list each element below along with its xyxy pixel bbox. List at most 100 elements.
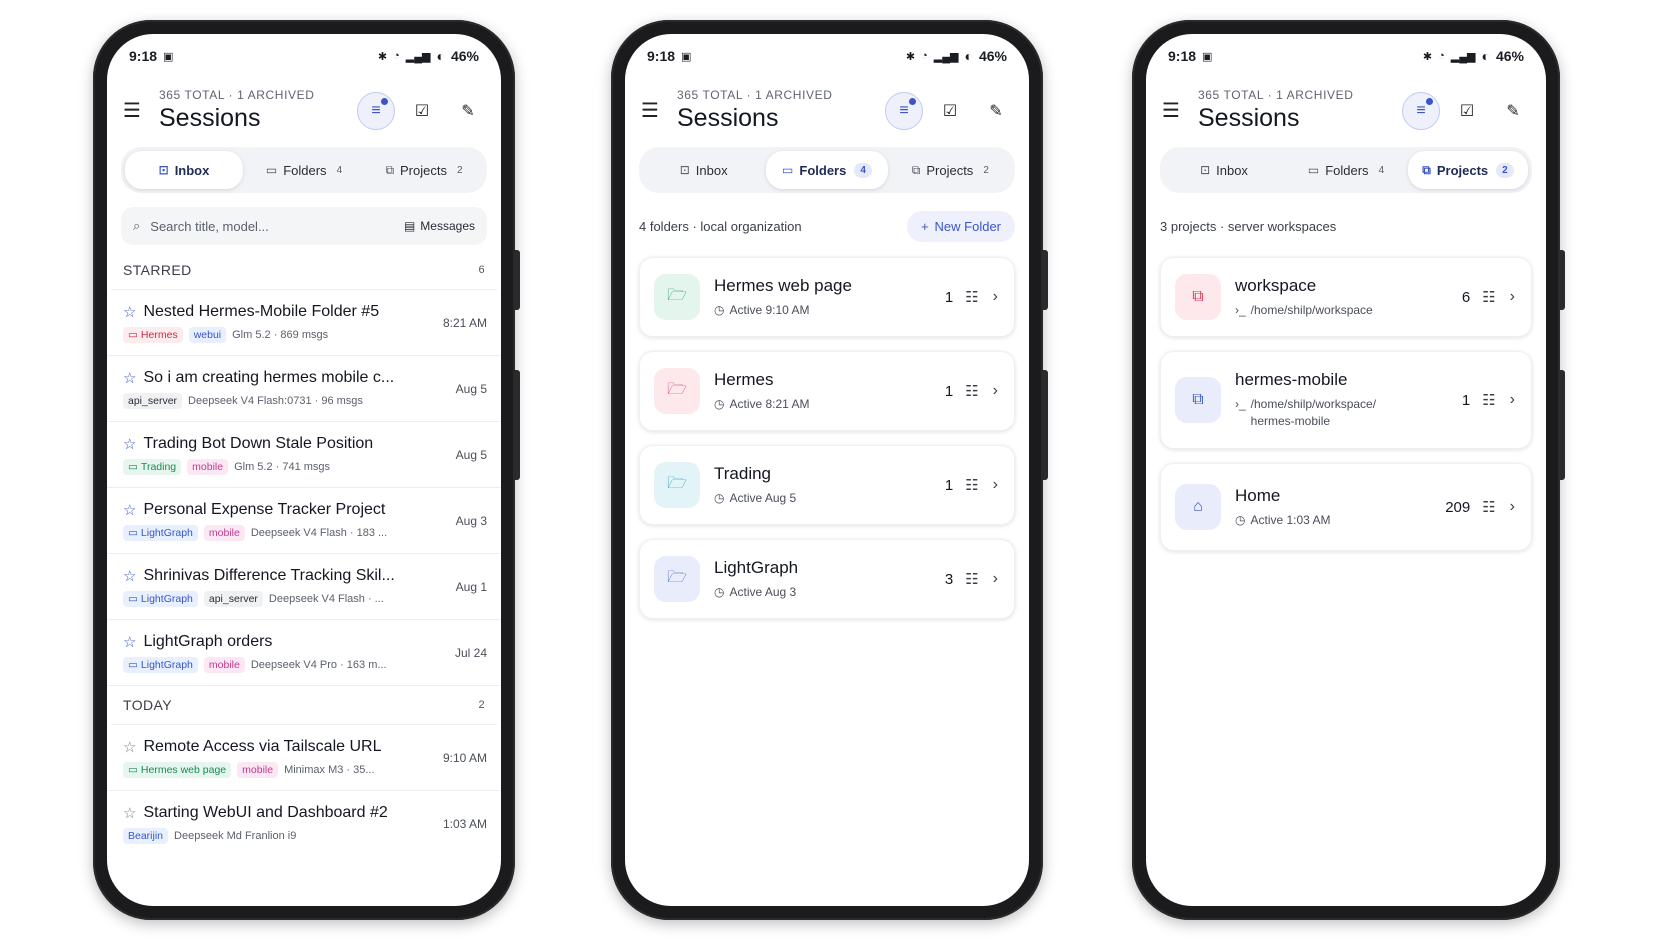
- folder-code-icon: ⧉: [1175, 274, 1221, 320]
- session-meta: Glm 5.2 · 869 msgs: [232, 328, 329, 341]
- battery-level: 46%: [1495, 48, 1524, 64]
- star-icon[interactable]: ☆: [123, 567, 136, 585]
- projects-info-row: 3 projects · server workspaces: [1146, 209, 1546, 243]
- tab-inbox[interactable]: ⊡ Inbox: [125, 151, 243, 189]
- star-icon[interactable]: ☆: [123, 633, 136, 651]
- messages-toggle[interactable]: ▤ Messages: [404, 219, 475, 233]
- menu-icon[interactable]: ☰: [1160, 98, 1182, 123]
- new-folder-button[interactable]: + New Folder: [906, 210, 1015, 242]
- session-row[interactable]: ☆ Remote Access via Tailscale URL ▭ Herme…: [107, 725, 501, 791]
- session-row[interactable]: ☆ Shrinivas Difference Tracking Skil... ▭…: [107, 554, 501, 620]
- session-row[interactable]: ☆ Personal Expense Tracker Project ▭ Ligh…: [107, 488, 501, 554]
- session-title: Personal Expense Tracker Project: [143, 500, 386, 518]
- status-bar: 9:18 ▣ ✱ ◔ ▂▄▆ ◐ 46%: [1146, 34, 1546, 78]
- status-time: 9:18: [647, 48, 676, 64]
- project-active: Active 1:03 AM: [1250, 512, 1331, 527]
- chevron-right-icon[interactable]: ›: [1510, 498, 1515, 516]
- project-card[interactable]: ⧉ hermes-mobile ›_ /home/shilp/workspace/…: [1160, 351, 1532, 449]
- session-row[interactable]: ☆ Nested Hermes-Mobile Folder #5 ▭ Hermes…: [107, 290, 501, 356]
- session-row[interactable]: ☆ So i am creating hermes mobile c... api…: [107, 356, 501, 422]
- plus-icon: +: [920, 218, 929, 234]
- star-icon[interactable]: ☆: [123, 435, 136, 453]
- project-path: /home/shilp/workspace: [1250, 302, 1373, 317]
- screen-projects: 9:18 ▣ ✱ ◔ ▂▄▆ ◐ 46% ☰ 365 TOTAL · 1 ARCHIVED…: [1146, 34, 1546, 906]
- tune-icon[interactable]: ☷: [1482, 498, 1495, 516]
- folder-open-icon: 🗁: [654, 368, 700, 414]
- tab-projects[interactable]: ⧉ Projects 2: [890, 151, 1011, 189]
- filter-icon: ≡: [899, 101, 909, 119]
- clock-icon: ◷: [714, 584, 725, 599]
- new-session-button[interactable]: ✎: [449, 92, 487, 130]
- folder-card[interactable]: 🗁 Trading ◷ Active Aug 5 1 ☷ ›: [639, 445, 1015, 525]
- tune-icon[interactable]: ☷: [1482, 391, 1495, 409]
- tab-folders-label: Folders: [799, 162, 847, 178]
- tab-folders[interactable]: ▭ Folders 4: [1286, 151, 1406, 189]
- session-row[interactable]: ☆ Starting WebUI and Dashboard #2 Beariji…: [107, 791, 501, 857]
- folder-code-icon: ⧉: [1175, 377, 1221, 423]
- select-button[interactable]: ☑: [931, 92, 969, 130]
- session-title: Trading Bot Down Stale Position: [143, 434, 374, 452]
- tab-inbox[interactable]: ⊡ Inbox: [1164, 151, 1284, 189]
- tune-icon[interactable]: ☷: [965, 382, 978, 400]
- new-session-button[interactable]: ✎: [977, 92, 1015, 130]
- battery-icon: ◐: [964, 48, 973, 64]
- tab-inbox[interactable]: ⊡ Inbox: [643, 151, 764, 189]
- new-session-button[interactable]: ✎: [1494, 92, 1532, 130]
- starred-label: STARRED: [123, 262, 192, 278]
- project-card[interactable]: ⧉ workspace ›_/home/shilp/workspace 6 ☷ …: [1160, 257, 1532, 337]
- clock-icon: ◷: [714, 490, 725, 505]
- star-icon[interactable]: ☆: [123, 369, 136, 387]
- tune-icon[interactable]: ☷: [1482, 288, 1495, 306]
- folder-open-icon: 🗁: [654, 556, 700, 602]
- select-button[interactable]: ☑: [403, 92, 441, 130]
- star-icon[interactable]: ☆: [123, 501, 136, 519]
- menu-icon[interactable]: ☰: [121, 98, 143, 123]
- folder-card[interactable]: 🗁 Hermes web page ◷ Active 9:10 AM 1 ☷ ›: [639, 257, 1015, 337]
- session-title: Remote Access via Tailscale URL: [143, 737, 382, 755]
- chevron-right-icon[interactable]: ›: [993, 382, 998, 400]
- filter-button[interactable]: ≡: [357, 91, 395, 130]
- tab-projects[interactable]: ⧉ Projects 2: [365, 151, 483, 189]
- chevron-right-icon[interactable]: ›: [1510, 391, 1515, 409]
- session-meta: Minimax M3 · 35...: [284, 763, 375, 776]
- filter-button[interactable]: ≡: [1402, 91, 1440, 130]
- folder-active: Active 9:10 AM: [729, 302, 810, 317]
- tab-inbox-label: Inbox: [1216, 162, 1248, 178]
- tab-folders[interactable]: ▭ Folders 4: [766, 151, 888, 189]
- home-icon: ⌂: [1175, 484, 1221, 530]
- project-card[interactable]: ⌂ Home ◷ Active 1:03 AM 209 ☷ ›: [1160, 463, 1532, 551]
- folder-count: 1: [944, 382, 954, 400]
- session-row[interactable]: ☆ LightGraph orders ▭ LightGraph mobile Dee…: [107, 620, 501, 686]
- signal-icon: ▂▄▆: [405, 50, 431, 63]
- project-path: /home/shilp/workspace/ hermes-mobile: [1250, 397, 1377, 428]
- folder-name: Hermes: [714, 369, 774, 389]
- folder-card[interactable]: 🗁 LightGraph ◷ Active Aug 3 3 ☷ ›: [639, 539, 1015, 619]
- menu-icon[interactable]: ☰: [639, 98, 661, 123]
- chevron-right-icon[interactable]: ›: [993, 570, 998, 588]
- source-tag: mobile: [237, 761, 279, 778]
- star-outline-icon[interactable]: ☆: [123, 804, 136, 822]
- tune-icon[interactable]: ☷: [965, 570, 978, 588]
- tab-projects[interactable]: ⧉ Projects 2: [1408, 151, 1528, 189]
- star-outline-icon[interactable]: ☆: [123, 738, 136, 756]
- tune-icon[interactable]: ☷: [965, 288, 978, 306]
- session-row[interactable]: ☆ Trading Bot Down Stale Position ▭ Tradi…: [107, 422, 501, 488]
- filter-button[interactable]: ≡: [885, 91, 923, 130]
- checkbox-icon: ☑: [942, 102, 958, 120]
- filter-icon: ≡: [371, 101, 381, 119]
- screenshot-icon: ▣: [163, 50, 174, 63]
- chevron-right-icon[interactable]: ›: [993, 476, 998, 494]
- inbox-icon: ⊡: [679, 163, 690, 177]
- inbox-icon: ⊡: [158, 163, 169, 177]
- session-date: Jul 24: [454, 645, 487, 660]
- chevron-right-icon[interactable]: ›: [1510, 288, 1515, 306]
- tune-icon[interactable]: ☷: [965, 476, 978, 494]
- folder-card[interactable]: 🗁 Hermes ◷ Active 8:21 AM 1 ☷ ›: [639, 351, 1015, 431]
- chevron-right-icon[interactable]: ›: [993, 288, 998, 306]
- star-icon[interactable]: ☆: [123, 303, 136, 321]
- select-button[interactable]: ☑: [1448, 92, 1486, 130]
- session-title: Starting WebUI and Dashboard #2: [143, 804, 388, 821]
- folder-icon: ▭: [265, 163, 278, 177]
- search-input[interactable]: [150, 218, 351, 234]
- tab-folders[interactable]: ▭ Folders 4: [245, 151, 363, 189]
